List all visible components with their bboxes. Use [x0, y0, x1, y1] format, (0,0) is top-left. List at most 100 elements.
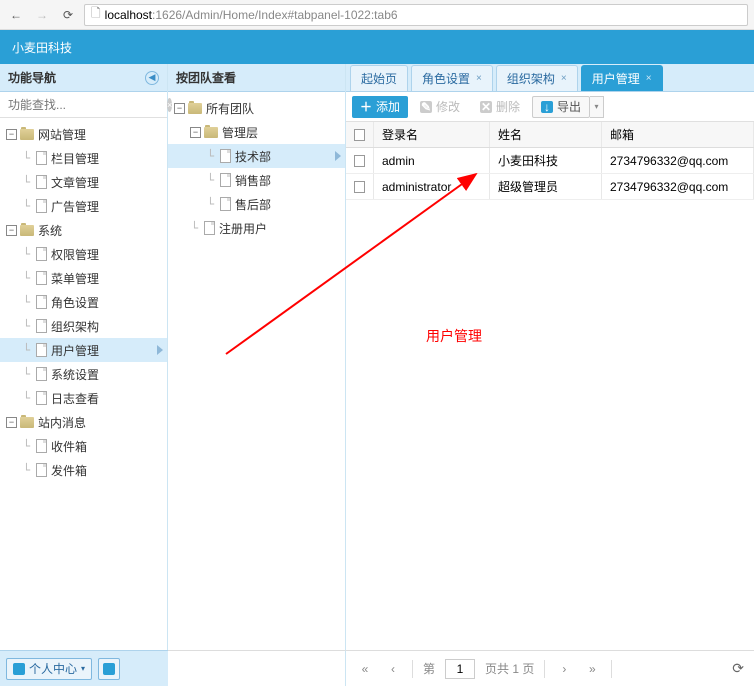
export-dropdown-caret[interactable]: ▾ [590, 96, 604, 118]
last-page-button[interactable]: » [583, 660, 601, 678]
nav-tree: −网站管理└栏目管理└文章管理└广告管理 − 系统 └权限管理└菜单管理└角色设置└组… [0, 118, 167, 650]
tree-label: 文章管理 [51, 174, 99, 191]
reload-button[interactable]: ⟳ [58, 5, 78, 25]
file-icon [36, 175, 47, 189]
tree-label: 系统 [38, 222, 62, 239]
tree-item[interactable]: └用户管理 [0, 338, 167, 362]
file-icon [36, 343, 47, 357]
tree-item[interactable]: └菜单管理 [0, 266, 167, 290]
tree-item[interactable]: └发件箱 [0, 458, 167, 482]
add-button[interactable]: ＋ 添加 [352, 96, 408, 118]
table-row[interactable]: admin小麦田科技2734796332@qq.com [346, 148, 754, 174]
tree-label: 注册用户 [219, 220, 267, 237]
tree-toggle-icon[interactable]: − [174, 103, 185, 114]
table-row[interactable]: administrator超级管理员2734796332@qq.com [346, 174, 754, 200]
tree-item[interactable]: └角色设置 [0, 290, 167, 314]
collapse-sidebar-icon[interactable]: ◀ [145, 71, 159, 85]
folder-icon [188, 103, 202, 114]
file-icon [220, 173, 231, 187]
tab[interactable]: 起始页 [350, 65, 408, 91]
next-page-button[interactable]: › [555, 660, 573, 678]
tree-folder[interactable]: − 站内消息 [0, 410, 167, 434]
tree-label: 权限管理 [51, 246, 99, 263]
folder-icon [20, 417, 34, 428]
forward-button[interactable]: → [32, 5, 52, 25]
tree-item[interactable]: └广告管理 [0, 194, 167, 218]
cell-email: 2734796332@qq.com [602, 174, 754, 199]
address-bar[interactable]: 🗋 localhost:1626/Admin/Home/Index#tabpan… [84, 4, 748, 26]
prev-page-button[interactable]: ‹ [384, 660, 402, 678]
tree-toggle-icon[interactable]: − [190, 127, 201, 138]
tree-item[interactable]: └销售部 [168, 168, 345, 192]
tab[interactable]: 用户管理 × [581, 65, 663, 91]
pager-bar: « ‹ 第 页共 1 页 › » ⟳ [346, 650, 754, 686]
tree-item[interactable]: └注册用户 [168, 216, 345, 240]
team-tree: −所有团队−管理层└技术部└销售部└售后部└注册用户 [168, 92, 345, 650]
tree-label: 组织架构 [51, 318, 99, 335]
browser-toolbar: ← → ⟳ 🗋 localhost:1626/Admin/Home/Index#… [0, 0, 754, 30]
tree-folder[interactable]: −网站管理 [0, 122, 167, 146]
delete-button[interactable]: ✕ 删除 [472, 96, 528, 118]
tree-item[interactable]: └售后部 [168, 192, 345, 216]
col-login[interactable]: 登录名 [374, 122, 490, 147]
file-icon [36, 247, 47, 261]
sidebar-search: × [0, 92, 167, 118]
col-name[interactable]: 姓名 [490, 122, 602, 147]
sidebar-title: 功能导航 [8, 69, 56, 86]
tree-item[interactable]: └系统设置 [0, 362, 167, 386]
file-icon [36, 319, 47, 333]
tab[interactable]: 组织架构× [496, 65, 578, 91]
col-email[interactable]: 邮箱 [602, 122, 754, 147]
tree-item[interactable]: └收件箱 [0, 434, 167, 458]
tree-folder[interactable]: −所有团队 [168, 96, 345, 120]
first-page-button[interactable]: « [356, 660, 374, 678]
tree-item[interactable]: └日志查看 [0, 386, 167, 410]
tab-label: 起始页 [361, 70, 397, 87]
exit-icon [103, 663, 115, 675]
logout-button[interactable] [98, 658, 120, 680]
tree-folder[interactable]: − 系统 [0, 218, 167, 242]
back-button[interactable]: ← [6, 5, 26, 25]
cell-name: 小麦田科技 [490, 148, 602, 173]
annotation-label: 用户管理 [426, 326, 482, 346]
row-checkbox[interactable] [354, 155, 365, 167]
edit-button[interactable]: ✎ 修改 [412, 96, 468, 118]
tree-item[interactable]: └权限管理 [0, 242, 167, 266]
tree-item[interactable]: └文章管理 [0, 170, 167, 194]
tree-label: 站内消息 [38, 414, 86, 431]
select-all-checkbox[interactable] [354, 129, 365, 141]
sidebar-title-bar: 功能导航 ◀ [0, 64, 167, 92]
tree-toggle-icon[interactable]: − [6, 225, 17, 236]
close-icon[interactable]: × [561, 73, 567, 84]
x-icon: ✕ [480, 101, 492, 113]
table-body: admin小麦田科技2734796332@qq.comadministrator… [346, 148, 754, 200]
tree-toggle-icon[interactable]: − [6, 417, 17, 428]
row-checkbox[interactable] [354, 181, 365, 193]
file-icon [220, 197, 231, 211]
page-input[interactable] [445, 659, 475, 679]
file-icon [36, 463, 47, 477]
profile-button[interactable]: 个人中心 ▾ [6, 658, 92, 680]
export-button[interactable]: ↓ 导出 [532, 96, 590, 118]
file-icon [204, 221, 215, 235]
tree-label: 管理层 [222, 124, 258, 141]
download-icon: ↓ [541, 101, 553, 113]
app-title: 小麦田科技 [12, 39, 72, 56]
refresh-icon[interactable]: ⟳ [732, 660, 744, 677]
tree-label: 角色设置 [51, 294, 99, 311]
team-panel-title: 按团队查看 [176, 69, 236, 86]
sidebar-nav: 功能导航 ◀ × −网站管理└栏目管理└文章管理└广告管理 − 系统 └权限管理└菜单… [0, 64, 168, 650]
tab-label: 用户管理 [592, 70, 640, 87]
tree-folder[interactable]: − 管理层 [168, 120, 345, 144]
file-icon [36, 151, 47, 165]
tree-label: 收件箱 [51, 438, 87, 455]
cell-login: administrator [374, 174, 490, 199]
tree-item[interactable]: └技术部 [168, 144, 345, 168]
search-input[interactable] [4, 95, 167, 115]
tree-item[interactable]: └栏目管理 [0, 146, 167, 170]
close-icon[interactable]: × [646, 73, 652, 84]
tree-item[interactable]: └组织架构 [0, 314, 167, 338]
tree-toggle-icon[interactable]: − [6, 129, 17, 140]
close-icon[interactable]: × [476, 73, 482, 84]
tab[interactable]: 角色设置× [411, 65, 493, 91]
